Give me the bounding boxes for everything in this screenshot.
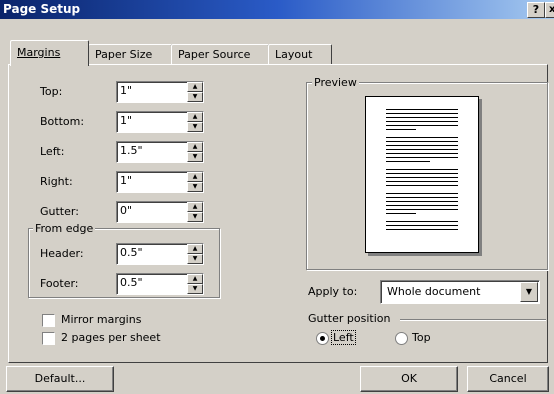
preview-text-line <box>386 221 458 222</box>
header-down-arrow-icon[interactable]: ▼ <box>187 254 203 264</box>
gutter-left-label: Left <box>331 330 356 345</box>
right-down-arrow-icon[interactable]: ▼ <box>187 182 203 192</box>
gutter-top-radio[interactable] <box>395 332 408 345</box>
default-button[interactable]: Default... <box>6 366 114 392</box>
right-label: Right: <box>40 175 73 188</box>
header-up-arrow-icon[interactable]: ▲ <box>187 244 203 254</box>
footer-label: Footer: <box>40 277 79 290</box>
left-margin-spinner[interactable]: ▲▼ <box>116 141 204 163</box>
bottom-label: Bottom: <box>40 115 85 128</box>
gutter-up-arrow-icon[interactable]: ▲ <box>187 202 203 212</box>
right-margin-input[interactable] <box>120 174 180 187</box>
footer-input[interactable] <box>120 276 180 289</box>
bottom-margin-input[interactable] <box>120 114 180 127</box>
top-label: Top: <box>40 85 63 98</box>
gutter-top-label: Top <box>412 331 431 344</box>
mirror-margins-checkbox[interactable] <box>42 314 55 327</box>
preview-text-line <box>386 113 458 114</box>
preview-text-line <box>386 137 458 138</box>
header-label: Header: <box>40 247 84 260</box>
preview-text-line <box>386 225 458 226</box>
preview-text-line <box>386 141 458 142</box>
preview-text-line <box>386 173 458 174</box>
cancel-button[interactable]: Cancel <box>467 366 549 392</box>
page-setup-dialog: Page Setup ? x Margins Paper Size Paper … <box>0 0 554 394</box>
top-margin-input[interactable] <box>120 84 180 97</box>
preview-text-line <box>386 145 458 146</box>
gutter-input[interactable] <box>120 204 180 217</box>
default-button-label: Default... <box>34 372 86 385</box>
preview-text-line <box>386 181 458 182</box>
cancel-button-label: Cancel <box>489 372 527 385</box>
left-down-arrow-icon[interactable]: ▼ <box>187 152 203 162</box>
apply-to-value: Whole document <box>387 285 481 298</box>
preview-text-line <box>386 157 458 158</box>
preview-title: Preview <box>312 76 359 89</box>
ok-button[interactable]: OK <box>360 366 458 392</box>
bottom-up-arrow-icon[interactable]: ▲ <box>187 112 203 122</box>
bottom-down-arrow-icon[interactable]: ▼ <box>187 122 203 132</box>
left-margin-input[interactable] <box>120 144 180 157</box>
top-up-arrow-icon[interactable]: ▲ <box>187 82 203 92</box>
preview-text-line <box>386 169 458 170</box>
right-up-arrow-icon[interactable]: ▲ <box>187 172 203 182</box>
gutter-position-title: Gutter position <box>308 312 391 325</box>
preview-text-line <box>386 209 458 210</box>
gutter-down-arrow-icon[interactable]: ▼ <box>187 212 203 222</box>
top-down-arrow-icon[interactable]: ▼ <box>187 92 203 102</box>
gutter-label: Gutter: <box>40 205 79 218</box>
preview-text-line <box>386 161 430 162</box>
preview-text-line <box>386 213 416 214</box>
preview-text-line <box>386 117 458 118</box>
apply-to-label: Apply to: <box>308 285 358 298</box>
two-pages-checkbox[interactable] <box>42 332 55 345</box>
mirror-margins-label: Mirror margins <box>61 313 142 326</box>
preview-text-line <box>386 129 416 130</box>
left-up-arrow-icon[interactable]: ▲ <box>187 142 203 152</box>
top-margin-spinner[interactable]: ▲▼ <box>116 81 204 103</box>
preview-text-line <box>386 201 458 202</box>
preview-text-line <box>386 185 458 186</box>
gutter-position-divider <box>400 319 546 320</box>
bottom-margin-spinner[interactable]: ▲▼ <box>116 111 204 133</box>
preview-text-line <box>386 229 458 230</box>
preview-text-line <box>386 149 458 150</box>
preview-text-line <box>386 125 458 126</box>
footer-down-arrow-icon[interactable]: ▼ <box>187 284 203 294</box>
apply-to-dropdown[interactable]: Whole document ▼ <box>380 280 540 304</box>
preview-text-line <box>386 205 458 206</box>
footer-spinner[interactable]: ▲▼ <box>116 273 204 295</box>
left-label: Left: <box>40 145 65 158</box>
preview-text-line <box>386 109 458 110</box>
preview-text-line <box>386 121 458 122</box>
dropdown-arrow-icon[interactable]: ▼ <box>520 282 538 302</box>
right-margin-spinner[interactable]: ▲▼ <box>116 171 204 193</box>
preview-text-line <box>386 193 458 194</box>
two-pages-label: 2 pages per sheet <box>61 331 161 344</box>
preview-text-line <box>386 177 458 178</box>
from-edge-title: From edge <box>33 222 96 235</box>
header-spinner[interactable]: ▲▼ <box>116 243 204 265</box>
gutter-left-radio[interactable] <box>316 332 329 345</box>
footer-up-arrow-icon[interactable]: ▲ <box>187 274 203 284</box>
gutter-spinner[interactable]: ▲▼ <box>116 201 204 223</box>
preview-text-line <box>386 153 458 154</box>
preview-text-line <box>386 197 458 198</box>
page-preview <box>365 96 479 253</box>
header-input[interactable] <box>120 246 180 259</box>
ok-button-label: OK <box>401 372 417 385</box>
